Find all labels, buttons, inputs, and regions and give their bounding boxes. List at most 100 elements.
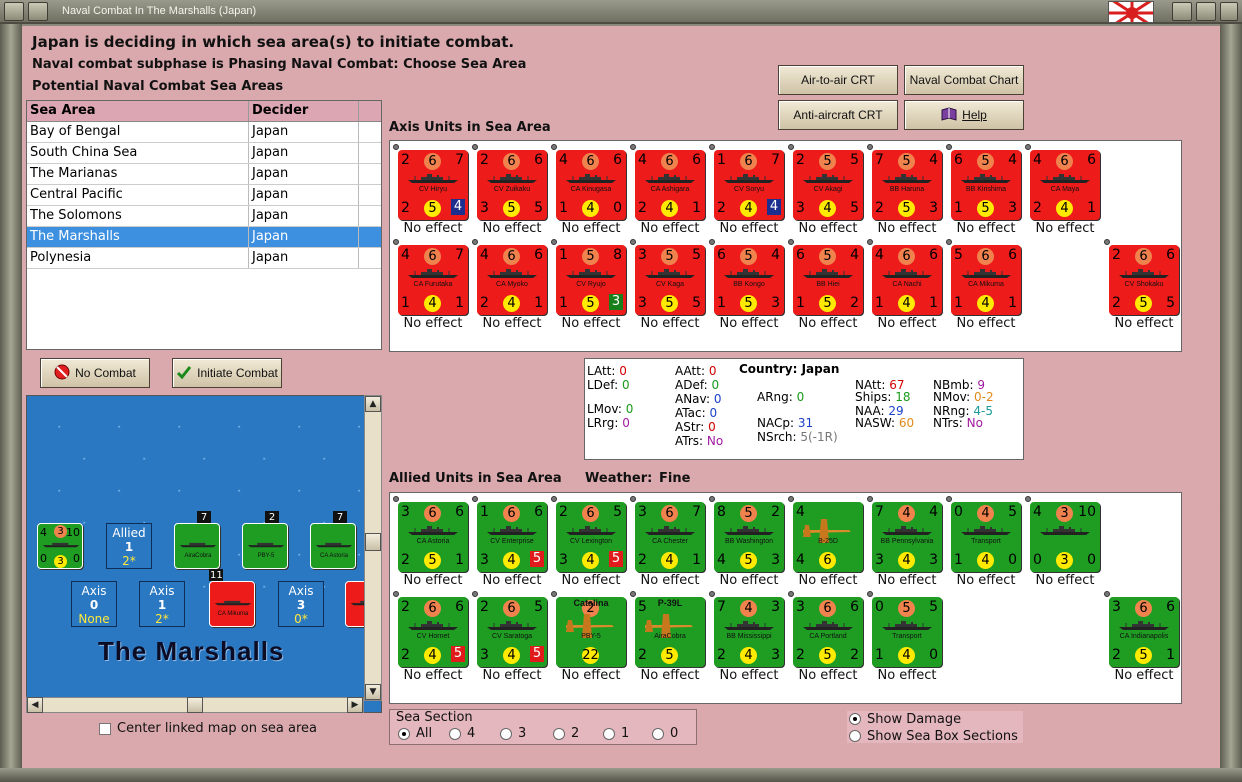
window-corner-button[interactable]: [1220, 2, 1238, 21]
axis-summary-box[interactable]: Axis 1 2*: [139, 581, 185, 627]
unit-name: CA Kinugasa: [570, 186, 612, 193]
sea-section-radio-4[interactable]: [449, 728, 461, 740]
minimize-button[interactable]: [4, 2, 24, 21]
axis-summary-box[interactable]: Axis 3 0*: [278, 581, 324, 627]
unit-counter[interactable]: 2 6 6 CV Zuikaku 3 5 5: [472, 144, 547, 220]
unit-counter[interactable]: 0 5 5 Transport 1 4 0: [867, 591, 942, 667]
sea-section-radio-3[interactable]: [500, 728, 512, 740]
unit-bottom-center-value: 4: [977, 295, 994, 312]
unit-counter[interactable]: 2 6 6 CV Shokaku 2 5 5: [1104, 239, 1179, 315]
map-unit-counter[interactable]: PBY-5: [242, 523, 288, 569]
unit-status-text: No effect: [719, 316, 779, 331]
unit-name: CA Indianapolis: [1119, 633, 1169, 640]
unit-counter[interactable]: 8 5 2 BB Washington 4 5 3: [709, 496, 784, 572]
unit-counter[interactable]: 3 5 5 CV Kaga 3 5 5: [630, 239, 705, 315]
unit-counter[interactable]: 3 6 7 CA Chester 2 4 1: [630, 496, 705, 572]
wave-mark-icon: ˟: [237, 554, 242, 564]
table-row[interactable]: Bay of Bengal Japan: [27, 122, 381, 143]
sea-section-radio-all[interactable]: [398, 728, 410, 740]
stat-value: 60: [898, 416, 915, 430]
unit-counter[interactable]: 2 Catalina PBY-5 22: [551, 591, 626, 667]
unit-counter[interactable]: 0 4 5 Transport 1 4 0: [946, 496, 1021, 572]
table-row[interactable]: The Marshalls Japan: [27, 227, 381, 248]
scroll-down-button[interactable]: ▼: [365, 684, 381, 700]
sea-section-radio-2[interactable]: [553, 728, 565, 740]
unit-counter[interactable]: 2 5 5 CV Akagi 3 4 5: [788, 144, 863, 220]
unit-counter[interactable]: 1 6 7 CV Soryu 2 4 4: [709, 144, 784, 220]
unit-name: CA Astoria: [416, 538, 450, 545]
unit-counter[interactable]: 2 6 5 CV Lexington 3 4 5: [551, 496, 626, 572]
map-unit-counter[interactable]: AiraCobra: [174, 523, 220, 569]
table-row[interactable]: Central Pacific Japan: [27, 185, 381, 206]
unit-counter[interactable]: 4 6 6 CA Myoko 2 4 1: [472, 239, 547, 315]
table-row[interactable]: South China Sea Japan: [27, 143, 381, 164]
unit-counter[interactable]: 4 6 6 CA Nachi 1 4 1: [867, 239, 942, 315]
unit-marker: [551, 144, 557, 150]
unit-status-text: No effect: [798, 573, 858, 588]
horizontal-scroll-thumb[interactable]: [187, 697, 203, 713]
unit-counter[interactable]: 7 4 3 BB Mississippi 2 4 3: [709, 591, 784, 667]
col-sea-area[interactable]: Sea Area: [27, 101, 249, 121]
unit-counter[interactable]: 4 6 7 CA Furutaka 1 4 1: [393, 239, 468, 315]
help-button[interactable]: Help: [904, 100, 1024, 130]
scroll-right-button[interactable]: ▶: [347, 697, 363, 713]
unit-top-left-value: 2: [559, 504, 568, 520]
unit-counter[interactable]: 7 5 4 BB Haruna 2 5 3: [867, 144, 942, 220]
sea-section-radio-1[interactable]: [603, 728, 615, 740]
table-row[interactable]: The Marianas Japan: [27, 164, 381, 185]
unit-counter[interactable]: 2 6 7 CV Hiryu 2 5 4: [393, 144, 468, 220]
unit-counter[interactable]: 5 P-39L AiraCobra 2 5: [630, 591, 705, 667]
unit-counter[interactable]: 1 6 6 CV Enterprise 3 4 5: [472, 496, 547, 572]
center-linked-map-checkbox[interactable]: [99, 723, 111, 735]
unit-counter[interactable]: 3 6 6 CA Indianapolis 2 5 1: [1104, 591, 1179, 667]
table-row[interactable]: The Solomons Japan: [27, 206, 381, 227]
unit-counter[interactable]: 4 3 10 0 3 0: [1025, 496, 1100, 572]
unit-counter[interactable]: 4 6 6 CA Maya 2 4 1: [1025, 144, 1100, 220]
scroll-up-button[interactable]: ▲: [365, 396, 381, 412]
unit-status-text: No effect: [482, 221, 542, 236]
scroll-left-button[interactable]: ◀: [27, 697, 43, 713]
unit-counter[interactable]: 2 6 6 CV Hornet 2 4 5: [393, 591, 468, 667]
show-sea-box-sections-radio[interactable]: [849, 730, 861, 742]
system-menu-button[interactable]: [28, 2, 48, 21]
show-damage-radio[interactable]: [849, 713, 861, 725]
map-unit-counter[interactable]: CA Mikuma: [209, 581, 255, 627]
map-unit-counter[interactable]: CA Astoria: [310, 523, 356, 569]
map-vertical-scrollbar[interactable]: ▲ ▼: [364, 395, 382, 701]
unit-bottom-left-value: 1: [401, 295, 410, 311]
unit-top-right-value: 10: [1078, 504, 1096, 520]
unit-counter[interactable]: 6 5 4 BB Kirishima 1 5 3: [946, 144, 1021, 220]
unit-counter[interactable]: 4 B-25D 4 6: [788, 496, 863, 572]
allied-summary-box[interactable]: Allied 1 2*: [106, 523, 152, 569]
sea-area-map[interactable]: ˟˟˟˟˟˟˟˟˟˟˟˟˟˟˟˟˟˟˟˟˟˟˟˟˟˟˟˟˟˟˟˟˟˟˟˟ 410…: [26, 395, 382, 713]
anti-aircraft-crt-button[interactable]: Anti-aircraft CRT: [778, 100, 898, 130]
unit-counter[interactable]: 3 6 6 CA Astoria 2 5 1: [393, 496, 468, 572]
unit-status-text: No effect: [877, 316, 937, 331]
unit-bottom-right-value: 3: [771, 647, 780, 663]
naval-combat-chart-button[interactable]: Naval Combat Chart: [904, 65, 1024, 95]
initiate-combat-button[interactable]: Initiate Combat: [172, 358, 282, 388]
close-button[interactable]: [1196, 2, 1216, 21]
air-to-air-crt-button[interactable]: Air-to-air CRT: [778, 65, 898, 95]
col-decider[interactable]: Decider: [249, 101, 359, 121]
unit-counter[interactable]: 3 6 6 CA Portland 2 5 2: [788, 591, 863, 667]
unit-bottom-left-value: 2: [717, 200, 726, 216]
unit-bottom-left-value: 1: [875, 647, 884, 663]
unit-counter[interactable]: 1 5 8 CV Ryujo 1 5 3: [551, 239, 626, 315]
unit-counter[interactable]: 2 6 5 CV Saratoga 3 4 5: [472, 591, 547, 667]
unit-counter[interactable]: 4 6 6 CA Kinugasa 1 4 0: [551, 144, 626, 220]
restore-button[interactable]: [1172, 2, 1192, 21]
unit-bottom-center-value: 4: [740, 200, 757, 217]
no-combat-button[interactable]: No Combat: [40, 358, 150, 388]
vertical-scroll-thumb[interactable]: [365, 533, 381, 551]
unit-counter[interactable]: 4 6 6 CA Ashigara 2 4 1: [630, 144, 705, 220]
axis-summary-box[interactable]: Axis 0 None: [71, 581, 117, 627]
unit-counter[interactable]: 7 4 4 BB Pennsylvania 3 4 3: [867, 496, 942, 572]
unit-counter[interactable]: 5 6 6 CA Mikuma 1 4 1: [946, 239, 1021, 315]
unit-counter[interactable]: 6 5 4 BB Kongo 1 5 3: [709, 239, 784, 315]
map-unit-counter[interactable]: 4 10 0 0 3 3: [37, 523, 83, 569]
table-row[interactable]: Polynesia Japan: [27, 248, 381, 269]
unit-counter[interactable]: 6 5 4 BB Hiei 1 5 2: [788, 239, 863, 315]
sea-section-radio-0[interactable]: [652, 728, 664, 740]
map-horizontal-scrollbar[interactable]: ◀ ▶: [26, 697, 364, 713]
